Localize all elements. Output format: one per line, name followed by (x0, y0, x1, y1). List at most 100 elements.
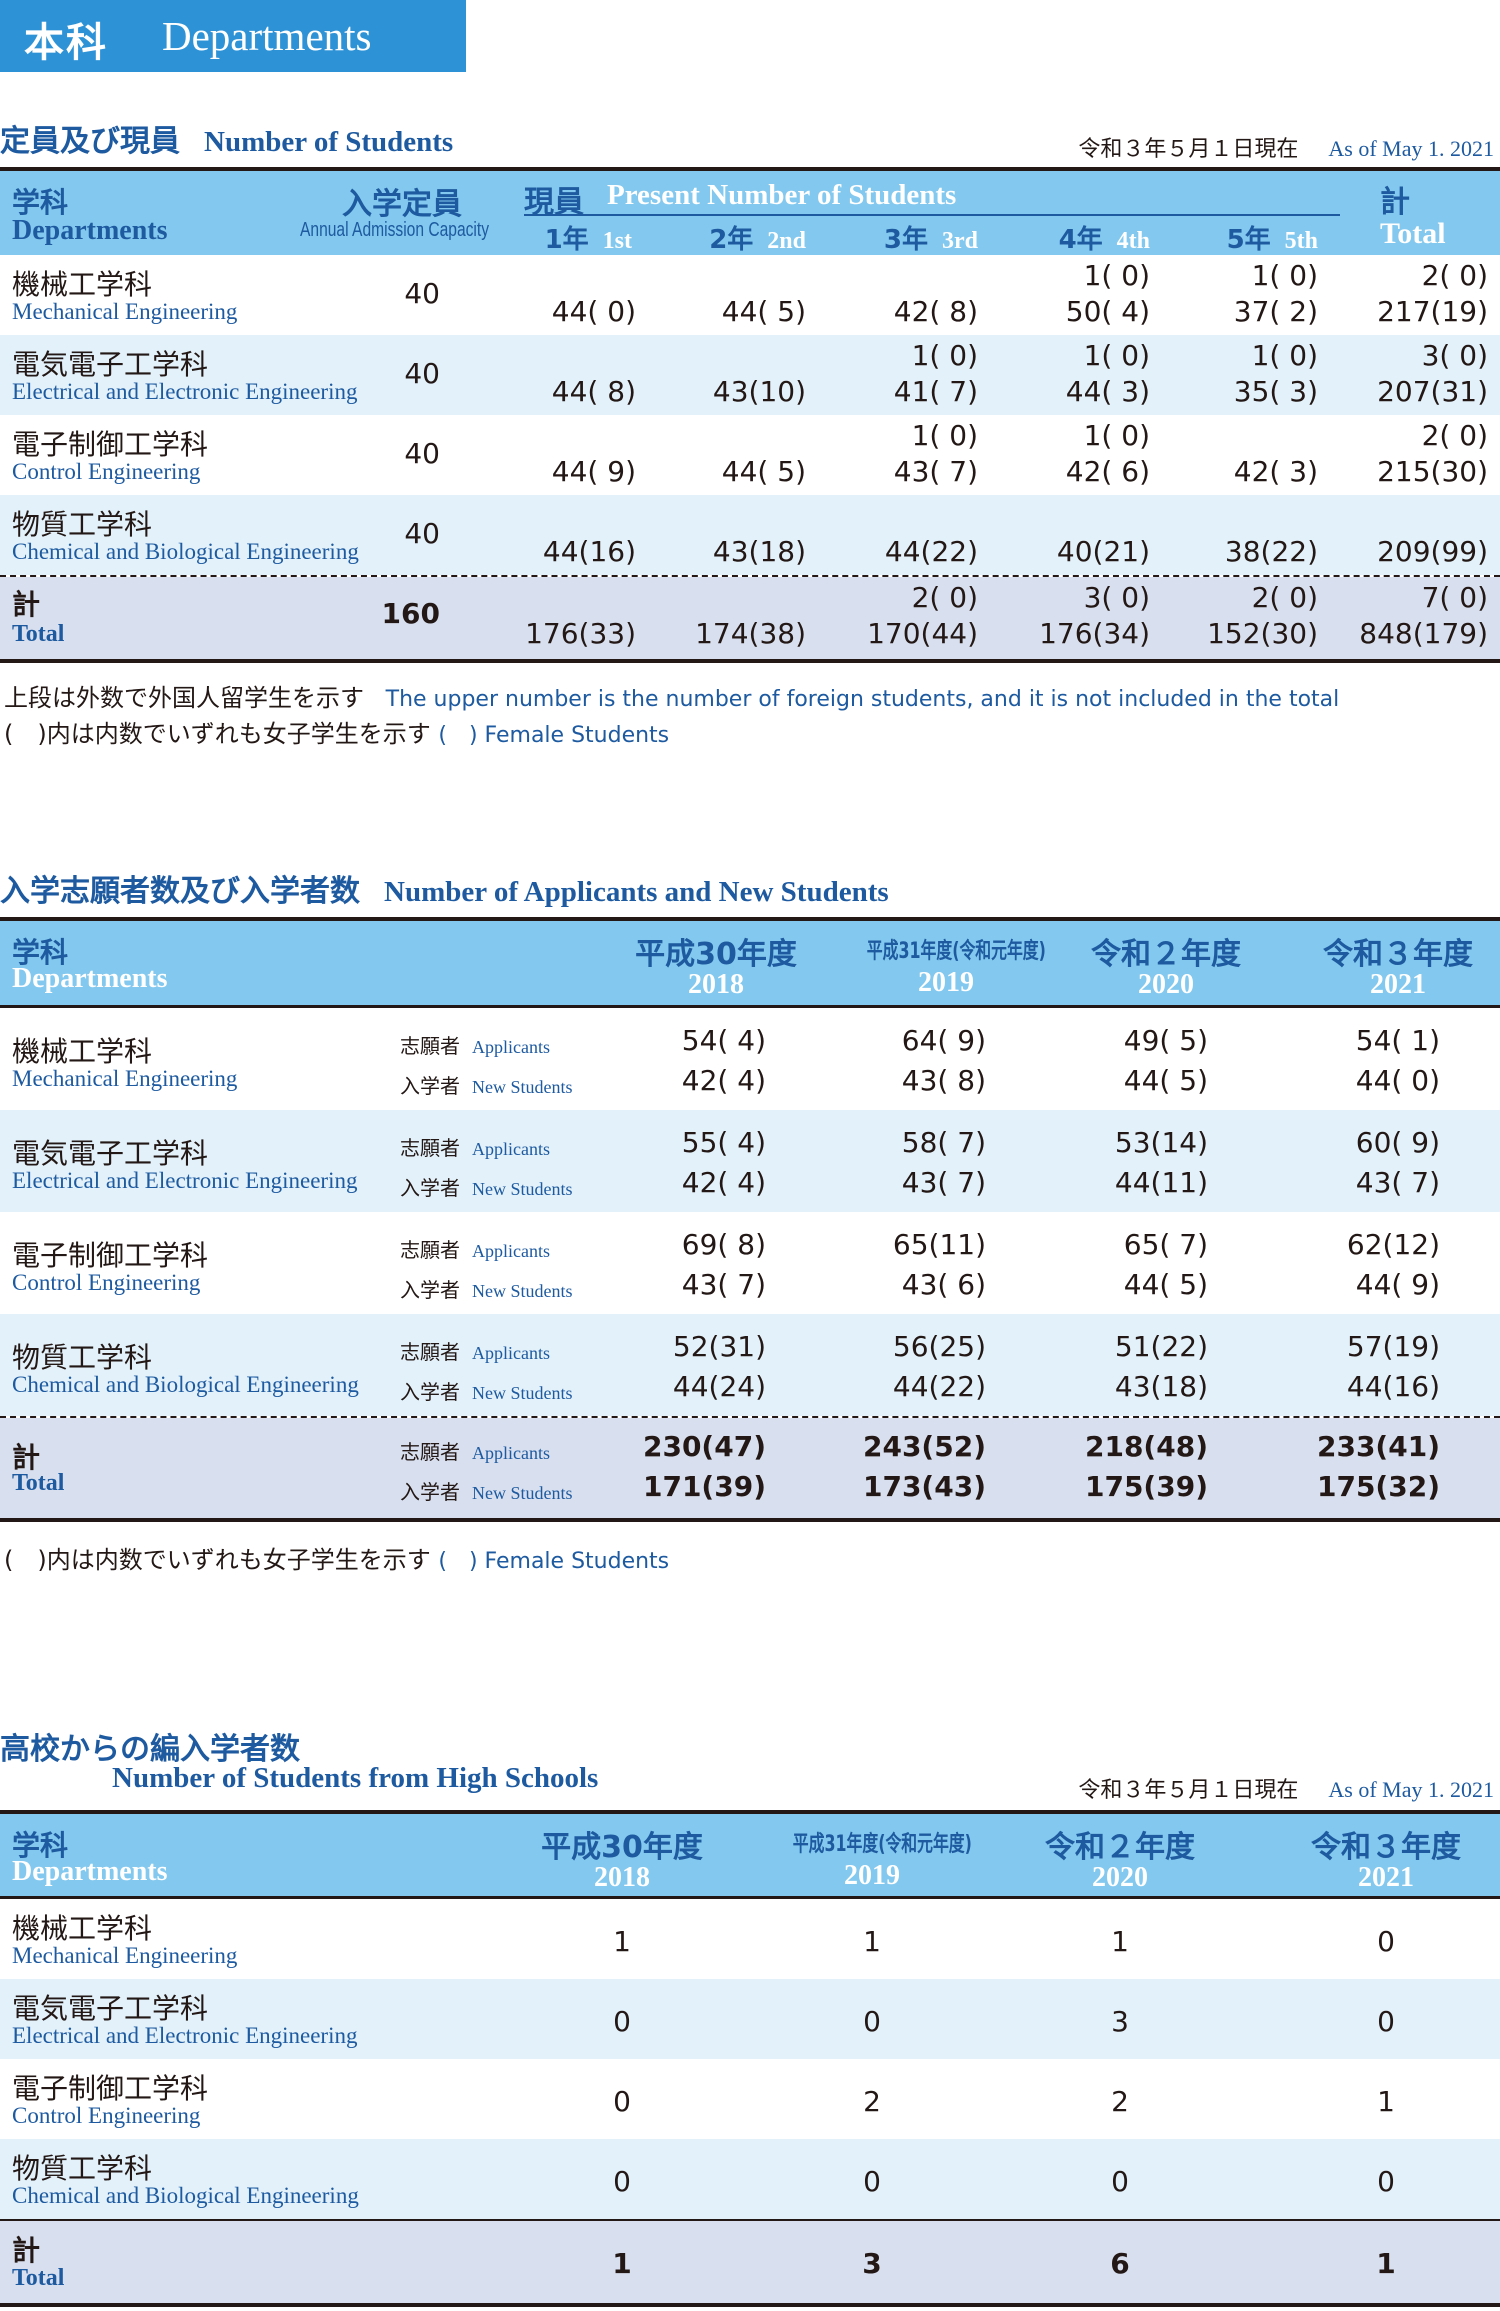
department-name-en: Electrical and Electronic Engineering (12, 2023, 358, 2048)
foreign-students-value: 1( 0) (1251, 339, 1318, 372)
capacity-value: 160 (381, 597, 440, 630)
student-count-value: 42( 8) (893, 295, 978, 328)
department-row: 物質工学科 Chemical and Biological Engineering… (0, 2139, 1500, 2219)
department-name-en: Chemical and Biological Engineering (12, 539, 359, 564)
new-students-value: 44(11) (1114, 1166, 1208, 1199)
student-count-value: 37( 2) (1233, 295, 1318, 328)
applicants-value: 69( 8) (681, 1228, 766, 1261)
total-row: 計 Total 160 2( 0) 3( 0) 2( 0) 7( 0) 176(33) 174(… (0, 577, 1500, 659)
applicants-value: 56(25) (892, 1330, 986, 1363)
new-students-value: 175(32) (1316, 1470, 1440, 1503)
new-students-value: 173(43) (862, 1470, 986, 1503)
new-students-value: 43(18) (1114, 1370, 1208, 1403)
header-year-2: 平成31年度(令和元年度) 2019 (762, 1822, 982, 1892)
department-row: 機械工学科 Mechanical Engineering 1 1 1 0 (0, 1899, 1500, 1979)
applicants-value: 218(48) (1084, 1430, 1208, 1463)
total-label-jp: 計 (12, 588, 41, 621)
as-of-jp: 令和３年５月１日現在 (1078, 137, 1299, 162)
foreign-students-value: 2( 0) (1421, 259, 1488, 292)
transfer-count-value: 0 (863, 2165, 881, 2198)
header-year-3: 令和２年度 2020 (1056, 929, 1276, 1001)
new-students-label-jp: 入学者 (400, 1380, 460, 1404)
new-students-value: 44(22) (892, 1370, 986, 1403)
applicants-title-jp: 入学志願者数及び入学者数 (0, 874, 360, 909)
applicants-value: 52(31) (672, 1330, 766, 1363)
year-en: 2018 (688, 969, 744, 1000)
department-name-jp: 電気電子工学科 (12, 348, 209, 381)
note-female-jp: ( )内は内数でいずれも女子学生を示す (4, 720, 431, 748)
year-jp: 平成31年度(令和元年度) (792, 1832, 972, 1857)
department-name-en: Mechanical Engineering (12, 299, 238, 324)
header-year-4: 令和３年度 2021 (1288, 929, 1500, 1001)
year-en: 2019 (844, 1860, 900, 1891)
students-as-of-date: 令和３年５月１日現在 As of May 1. 2021 (1078, 131, 1494, 163)
students-section-title: 定員及び現員 Number of Students (0, 116, 453, 160)
student-count-value: 217(19) (1377, 295, 1488, 328)
applicants-note-female: ( )内は内数でいずれも女子学生を示す ( ) Female Students (4, 1540, 669, 1575)
foreign-students-value: 1( 0) (911, 419, 978, 452)
department-row: 機械工学科 Mechanical Engineering 志願者 Applicants… (0, 1008, 1500, 1110)
department-name-en: Chemical and Biological Engineering (12, 2183, 359, 2208)
year-jp: 令和３年度 (1311, 1830, 1461, 1865)
foreign-students-value: 1( 0) (911, 339, 978, 372)
department-row: 電気電子工学科 Electrical and Electronic Enginee… (0, 1979, 1500, 2059)
new-students-value: 44(24) (672, 1370, 766, 1403)
applicants-value: 60( 9) (1355, 1126, 1440, 1159)
student-count-value: 44( 8) (551, 375, 636, 408)
student-count-value: 35( 3) (1233, 375, 1318, 408)
applicants-label-en: Applicants (472, 1443, 550, 1463)
year-en: 2nd (767, 228, 806, 254)
new-students-label: 入学者 New Students (400, 1070, 573, 1099)
year-en: 2019 (918, 967, 974, 998)
department-name-jp: 物質工学科 (12, 508, 153, 541)
year-en: 3rd (942, 228, 978, 254)
department-name-en: Control Engineering (12, 1270, 201, 1295)
department-name-jp: 機械工学科 (12, 1912, 153, 1945)
new-students-label-jp: 入学者 (400, 1278, 460, 1302)
applicants-value: 51(22) (1114, 1330, 1208, 1363)
new-students-label: 入学者 New Students (400, 1476, 573, 1505)
transfer-count-value: 2 (1111, 2085, 1129, 2118)
total-dashed-divider (0, 1416, 1500, 1418)
new-students-label-en: New Students (472, 1281, 573, 1301)
year-en: 2020 (1138, 969, 1194, 1000)
student-count-value: 43(18) (712, 535, 806, 568)
header-year-2: 平成31年度(令和元年度) 2019 (836, 929, 1056, 999)
year-en: 2021 (1370, 969, 1426, 1000)
new-students-value: 43( 7) (681, 1268, 766, 1301)
new-students-value: 171(39) (642, 1470, 766, 1503)
department-row: 物質工学科 Chemical and Biological Engineering… (0, 1314, 1500, 1416)
year-en: 4th (1116, 228, 1150, 254)
as-of-en: As of May 1. 2021 (1328, 1777, 1494, 1802)
capacity-value: 40 (404, 277, 440, 310)
header-year-1: 1年 1st (545, 219, 632, 256)
department-name-jp: 物質工学科 (12, 2152, 153, 2185)
transfer-table-header: 学科 Departments 平成30年度 2018 平成31年度(令和元年度) 20… (0, 1814, 1500, 1896)
header-year-3: 令和２年度 2020 (1010, 1822, 1230, 1894)
header-capacity-en: Annual Admission Capacity (300, 219, 490, 241)
applicants-label: 志願者 Applicants (400, 1336, 550, 1365)
student-count-value: 50( 4) (1065, 295, 1150, 328)
year-en: 1st (602, 228, 632, 254)
department-name-en: Electrical and Electronic Engineering (12, 379, 358, 404)
department-row: 物質工学科 Chemical and Biological Engineering… (0, 495, 1500, 575)
transfer-count-value: 1 (1376, 2247, 1396, 2280)
new-students-value: 43( 7) (901, 1166, 986, 1199)
note-female-jp: ( )内は内数でいずれも女子学生を示す (4, 1546, 431, 1574)
transfer-count-value: 0 (613, 2005, 631, 2038)
department-row: 電気電子工学科 Electrical and Electronic Enginee… (0, 1110, 1500, 1212)
year-jp: 平成31年度(令和元年度) (866, 939, 1046, 964)
student-count-value: 43( 7) (893, 455, 978, 488)
department-name-jp: 電子制御工学科 (12, 2072, 209, 2105)
section-header-jp: 本科 (24, 20, 108, 66)
total-label-en: Total (12, 1470, 65, 1496)
applicants-value: 233(41) (1316, 1430, 1440, 1463)
students-note-female: ( )内は内数でいずれも女子学生を示す ( ) Female Students (4, 714, 669, 749)
student-count-value: 44( 9) (551, 455, 636, 488)
new-students-value: 42( 4) (681, 1064, 766, 1097)
foreign-students-value: 1( 0) (1083, 339, 1150, 372)
capacity-value: 40 (404, 517, 440, 550)
new-students-value: 44( 5) (1123, 1268, 1208, 1301)
new-students-value: 44( 5) (1123, 1064, 1208, 1097)
applicants-label-jp: 志願者 (400, 1440, 460, 1464)
